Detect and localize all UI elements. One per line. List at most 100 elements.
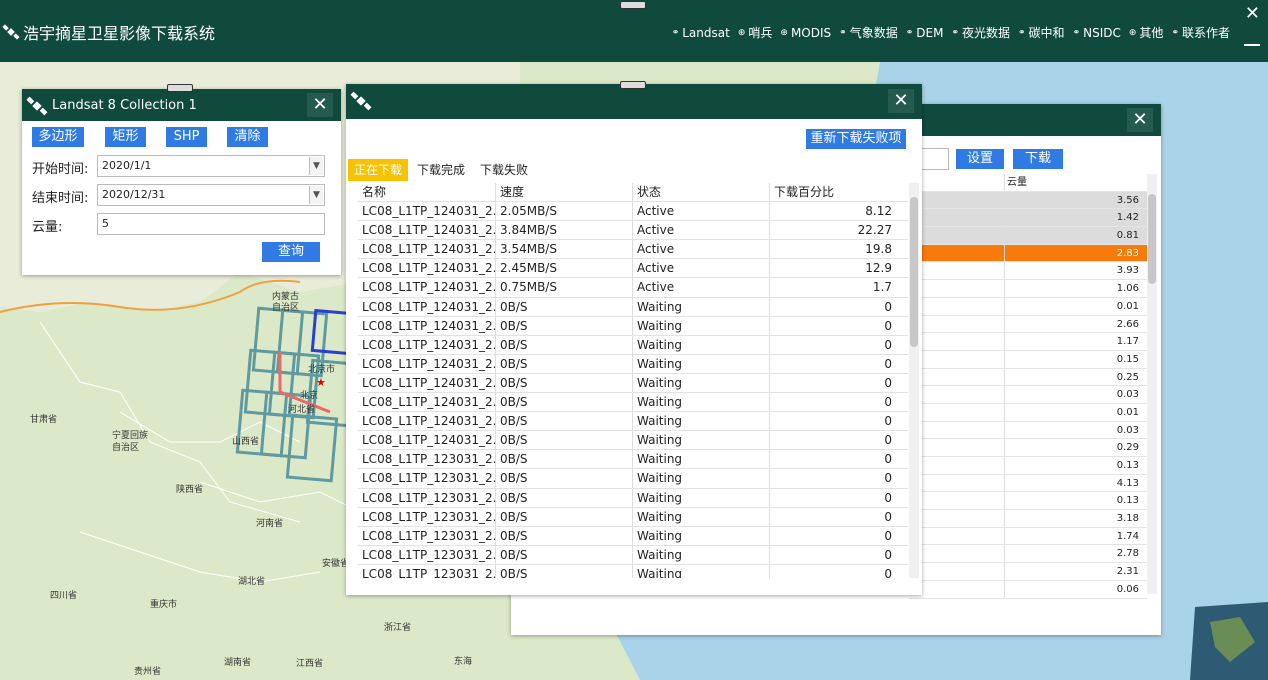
table-row[interactable]: LC08_L1TP_124031_2... 0B/S Waiting 0 (358, 431, 908, 451)
table-row[interactable]: 1.17 (909, 333, 1147, 351)
scroll-thumb[interactable] (910, 197, 918, 347)
table-row[interactable]: 0.06 (909, 580, 1147, 599)
close-button[interactable]: ✕ (1127, 108, 1153, 132)
table-row[interactable]: 4.13 (909, 474, 1147, 493)
table-row[interactable]: LC08_L1TP_124031_2... 0.75MB/S Active 1.7 (358, 278, 908, 298)
table-row[interactable]: LC08_L1TP_124031_2... 0B/S Waiting 0 (358, 297, 908, 317)
nav-dem[interactable]: ⚭ DEM (906, 24, 944, 41)
speed-cell: 0B/S (496, 316, 633, 335)
rectangle-button[interactable]: 矩形 (105, 127, 146, 147)
drag-handle[interactable] (167, 84, 193, 92)
table-row[interactable]: 1.74 (909, 527, 1147, 546)
nav-carbon[interactable]: ⚭ 碳中和 (1018, 24, 1065, 41)
retry-failed-button[interactable]: 重新下载失败项 (806, 129, 906, 149)
end-date-select[interactable]: 2020/12/31 ▼ (97, 184, 325, 206)
clear-button[interactable]: 清除 (227, 127, 268, 147)
table-row[interactable]: 31.42 (909, 209, 1147, 228)
nav-modis[interactable]: ⊕ MODIS (780, 24, 831, 41)
table-row[interactable]: 0.29 (909, 439, 1147, 457)
table-row[interactable]: LC08_L1TP_124031_2... 0B/S Waiting 0 (358, 316, 908, 336)
table-row[interactable]: LC08_L1TP_124031_2... 0B/S Waiting 0 (358, 393, 908, 413)
table-row[interactable]: LC08_L1TP_124031_2... 0B/S Waiting 0 (358, 335, 908, 355)
shp-button[interactable]: SHP (166, 127, 207, 147)
scroll-thumb[interactable] (1148, 194, 1156, 284)
table-row[interactable]: LC08_L1TP_124031_2... 0B/S Waiting 0 (358, 373, 908, 394)
query-button[interactable]: 查询 (262, 242, 320, 262)
polygon-button[interactable]: 多边形 (32, 127, 84, 147)
table-row[interactable]: LC08_L1TP_123031_2... 0B/S Waiting 0 (358, 450, 908, 470)
table-row[interactable]: LC08_L1TP_123031_2... 0B/S Waiting 0 (358, 545, 908, 565)
table-row[interactable]: 0.01 (909, 297, 1147, 316)
name-cell: LC08_L1TP_124031_2... (358, 202, 496, 221)
drag-handle[interactable] (620, 1, 646, 9)
table-row[interactable]: LC08_L1TP_124031_2... 0B/S Waiting 0 (358, 354, 908, 374)
table-row[interactable]: 1.06 (909, 280, 1147, 298)
table-row[interactable]: 2.78 (909, 545, 1147, 564)
table-row[interactable]: 0.03 (909, 386, 1147, 404)
table-row[interactable]: 02.83 (909, 244, 1147, 263)
app-brand[interactable]: 浩宇摘星卫星影像下载系统 (2, 20, 215, 44)
speed-cell: 2.05MB/S (496, 202, 633, 221)
table-row[interactable]: 0.13 (909, 457, 1147, 475)
table-row[interactable]: 0.25 (909, 368, 1147, 387)
close-button[interactable]: ✕ (307, 93, 333, 117)
table-row[interactable]: LC08_L1TP_123031_2... 0B/S Waiting 0 (358, 564, 908, 578)
table-row[interactable]: LC08_L1TP_124031_2... 2.45MB/S Active 12.9 (358, 259, 908, 279)
column-header: 下载百分比 (774, 185, 835, 199)
nav-contact[interactable]: ⚭ 联系作者 (1171, 24, 1230, 41)
nav-other[interactable]: ⊕ 其他 (1129, 24, 1164, 41)
panel-header[interactable]: ✕ (346, 84, 922, 119)
tab-failed[interactable]: 下载失败 (474, 159, 534, 181)
drag-handle[interactable] (620, 81, 646, 89)
table-row[interactable]: 50.81 (909, 227, 1147, 245)
close-icon[interactable]: ✕ (1245, 5, 1260, 23)
nav-nsidc[interactable]: ⚭ NSIDC (1073, 24, 1121, 41)
cloud-value: 5 (102, 217, 109, 230)
name-cell: LC08_L1TP_124031_2... (358, 240, 496, 259)
percent-cell: 1.7 (872, 280, 892, 295)
nav-sentinel[interactable]: ⊕ 哨兵 (738, 24, 773, 41)
speed-cell: 0.75MB/S (496, 278, 633, 297)
speed-cell: 0B/S (496, 488, 633, 507)
cloud-input[interactable]: 5 (97, 213, 325, 235)
panel-header[interactable]: Landsat 8 Collection 1 ✕ (22, 89, 341, 121)
table-row[interactable]: LC08_L1TP_124031_2... 3.54MB/S Active 19.8 (358, 240, 908, 260)
results-scrollbar[interactable] (1147, 174, 1157, 594)
table-row[interactable]: LC08_L1TP_124031_2... 3.84MB/S Active 22.27 (358, 221, 908, 241)
tab-completed[interactable]: 下载完成 (411, 159, 471, 181)
table-row[interactable]: 03.56 (909, 191, 1147, 210)
percent-cell: 19.8 (865, 242, 892, 257)
download-tabs: 正在下载 下载完成 下载失败 (348, 159, 537, 181)
nav-landsat[interactable]: ⚭ Landsat (672, 24, 730, 41)
tab-downloading[interactable]: 正在下载 (348, 159, 409, 181)
close-button[interactable]: ✕ (888, 89, 914, 113)
minimize-icon[interactable] (1244, 32, 1260, 46)
table-row[interactable]: 0.15 (909, 350, 1147, 369)
settings-button[interactable]: 设置 (956, 149, 1004, 169)
table-row[interactable]: 0.03 (909, 421, 1147, 440)
percent-cell: 8.12 (865, 204, 892, 219)
download-button[interactable]: 下载 (1013, 149, 1063, 169)
table-row[interactable]: 2.66 (909, 315, 1147, 334)
table-row[interactable]: 3.18 (909, 510, 1147, 528)
start-date-select[interactable]: 2020/1/1 ▼ (97, 155, 325, 177)
table-row[interactable]: LC08_L1TP_123031_2... 0B/S Waiting 0 (358, 488, 908, 508)
table-row[interactable]: 53.93 (909, 262, 1147, 281)
map-label: 陕西省 (176, 485, 204, 495)
nav-nightlight[interactable]: ⚭ 夜光数据 (951, 24, 1010, 41)
end-date-value: 2020/12/31 (102, 188, 166, 201)
table-row[interactable]: LC08_L1TP_124031_2... 2.05MB/S Active 8.12 (358, 202, 908, 222)
table-row[interactable]: 0.01 (909, 403, 1147, 422)
table-row[interactable]: LC08_L1TP_124031_2... 0B/S Waiting 0 (358, 412, 908, 432)
id-cell (909, 350, 1005, 368)
table-row[interactable]: LC08_L1TP_123031_2... 0B/S Waiting 0 (358, 526, 908, 546)
table-row[interactable]: LC08_L1TP_123031_2... 0B/S Waiting 0 (358, 469, 908, 489)
table-row[interactable]: LC08_L1TP_123031_2... 0B/S Waiting 0 (358, 507, 908, 527)
nav-weather[interactable]: ⚭ 气象数据 (839, 24, 898, 41)
download-scrollbar[interactable] (909, 183, 919, 578)
table-row[interactable]: 0.13 (909, 492, 1147, 511)
table-row[interactable]: 2.31 (909, 563, 1147, 581)
results-input[interactable] (919, 148, 949, 170)
column-header: 名称 (358, 183, 496, 202)
top-navbar: 浩宇摘星卫星影像下载系统 ⚭ Landsat ⊕ 哨兵 ⊕ MODIS ⚭ 气象数据 ⚭… (0, 0, 1268, 62)
